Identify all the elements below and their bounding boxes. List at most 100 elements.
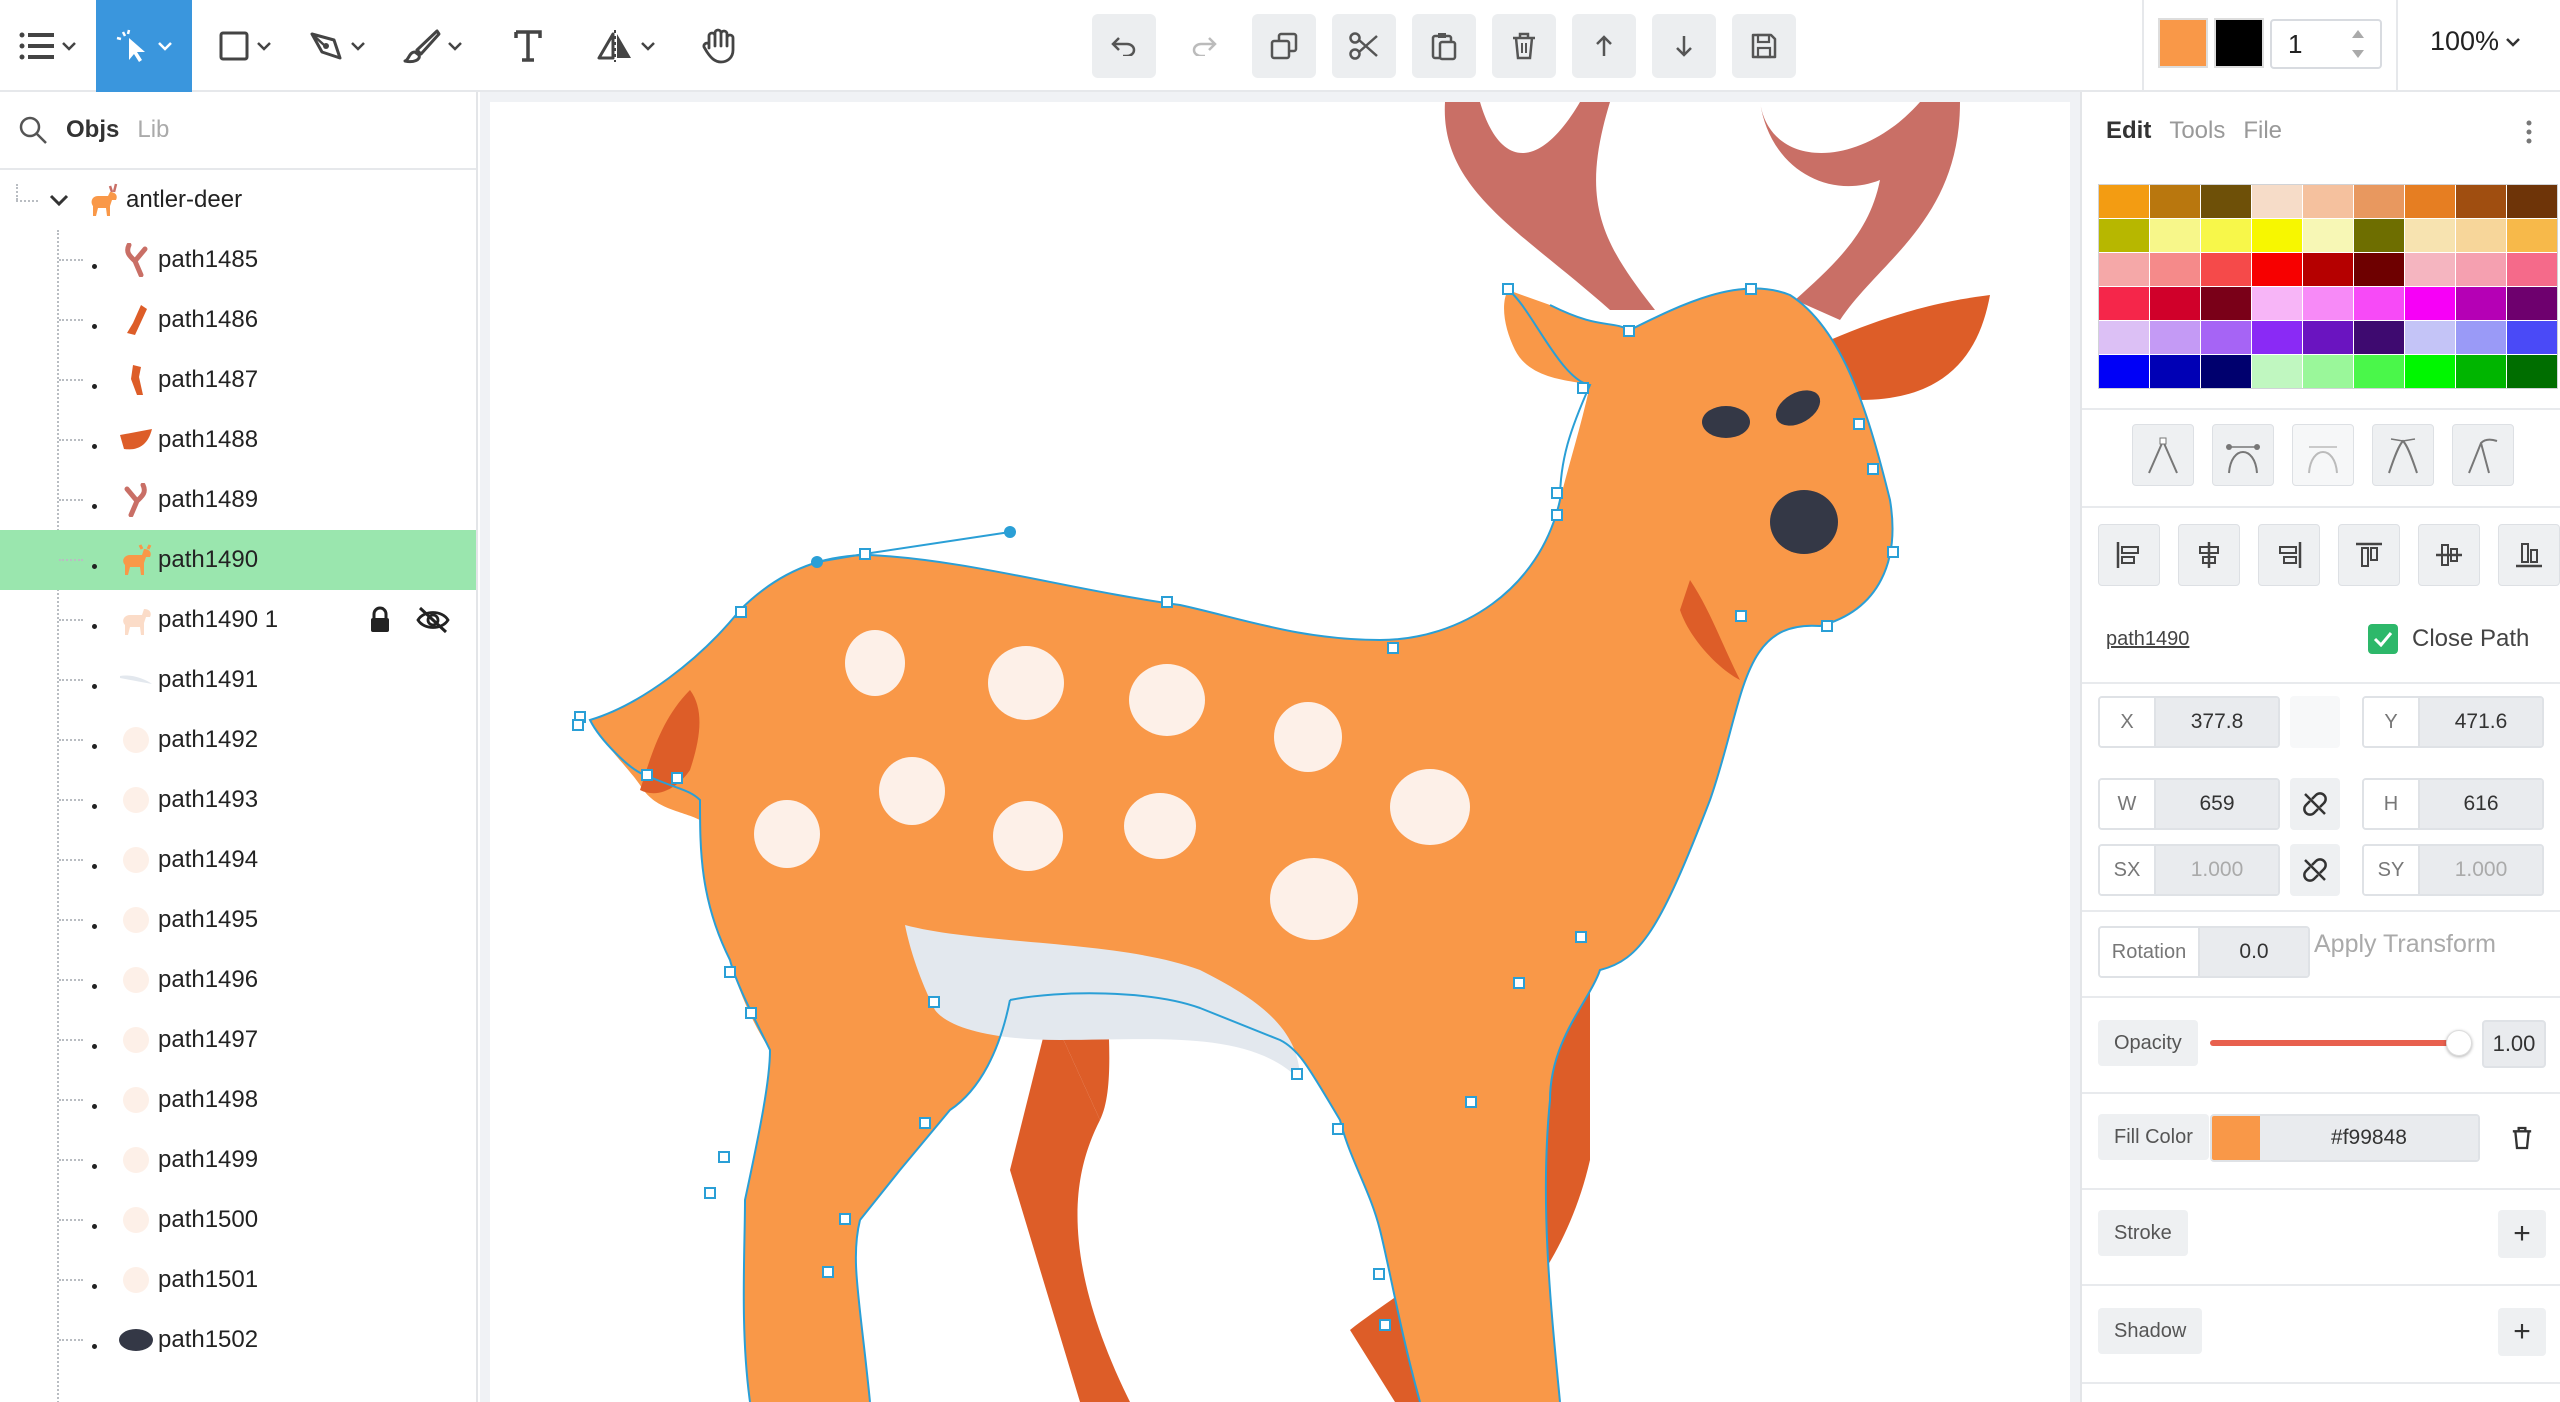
node-handle[interactable]	[1373, 1268, 1385, 1280]
chevron-down-icon[interactable]	[48, 193, 70, 207]
palette-swatch[interactable]	[2252, 185, 2302, 218]
palette-swatch[interactable]	[2150, 321, 2200, 354]
node-handle[interactable]	[1291, 1068, 1303, 1080]
flip-tool-button[interactable]	[586, 0, 666, 92]
eye-hidden-icon[interactable]	[416, 606, 450, 634]
palette-swatch[interactable]	[2303, 355, 2353, 388]
leg-dark[interactable]	[1010, 1010, 1130, 1402]
height-field[interactable]: H 616	[2362, 778, 2544, 830]
tree-item-path1502[interactable]: path1502	[0, 1310, 476, 1370]
palette-swatch[interactable]	[2150, 253, 2200, 286]
rotation-field[interactable]: Rotation 0.0	[2098, 926, 2310, 978]
tree-item-path1486[interactable]: path1486	[0, 290, 476, 350]
undo-button[interactable]	[1092, 14, 1156, 78]
redo-button[interactable]	[1172, 14, 1236, 78]
node-handle[interactable]	[1577, 382, 1589, 394]
bezier-control-point[interactable]	[811, 556, 823, 568]
node-smooth-button[interactable]	[2212, 424, 2274, 486]
palette-swatch[interactable]	[2201, 253, 2251, 286]
spot[interactable]	[1124, 793, 1196, 859]
palette-swatch[interactable]	[2507, 355, 2557, 388]
palette-swatch[interactable]	[2405, 287, 2455, 320]
palette-swatch[interactable]	[2099, 253, 2149, 286]
palette-swatch[interactable]	[2252, 219, 2302, 252]
palette-swatch[interactable]	[2252, 253, 2302, 286]
palette-swatch[interactable]	[2252, 355, 2302, 388]
spot[interactable]	[988, 646, 1064, 720]
palette-swatch[interactable]	[2099, 219, 2149, 252]
node-corner-button[interactable]	[2132, 424, 2194, 486]
fill-color-preview[interactable]	[2212, 1116, 2260, 1160]
h-value[interactable]: 616	[2420, 780, 2542, 828]
align-middle-v-button[interactable]	[2418, 524, 2480, 586]
x-value[interactable]: 377.8	[2156, 698, 2278, 746]
tree-item-path1497[interactable]: path1497	[0, 1010, 476, 1070]
palette-swatch[interactable]	[2456, 287, 2506, 320]
size-lock-ratio-button[interactable]	[2290, 778, 2340, 830]
palette-swatch[interactable]	[2507, 185, 2557, 218]
palette-swatch[interactable]	[2354, 185, 2404, 218]
tab-edit[interactable]: Edit	[2106, 117, 2151, 145]
opacity-slider-track[interactable]	[2210, 1040, 2460, 1046]
node-handle[interactable]	[1623, 325, 1635, 337]
palette-swatch[interactable]	[2405, 185, 2455, 218]
palette-swatch[interactable]	[2252, 321, 2302, 354]
node-handle[interactable]	[1745, 283, 1757, 295]
fill-color-swatch[interactable]	[2158, 18, 2208, 68]
antler-left[interactable]	[1444, 102, 1655, 310]
palette-swatch[interactable]	[2354, 355, 2404, 388]
artboard[interactable]	[490, 102, 2070, 1402]
zoom-dropdown[interactable]: 100%	[2430, 26, 2521, 57]
remove-fill-button[interactable]	[2498, 1114, 2546, 1162]
node-handle[interactable]	[1575, 931, 1587, 943]
bezier-control-point[interactable]	[1004, 526, 1016, 538]
w-value[interactable]: 659	[2156, 780, 2278, 828]
nose[interactable]	[1770, 490, 1838, 554]
palette-swatch[interactable]	[2201, 321, 2251, 354]
spot[interactable]	[754, 800, 820, 868]
tree-root-antler-deer[interactable]: antler-deer	[0, 170, 476, 230]
add-shadow-button[interactable]: +	[2498, 1308, 2546, 1356]
tree-item-path1492[interactable]: path1492	[0, 710, 476, 770]
node-handle[interactable]	[1821, 620, 1833, 632]
width-field[interactable]: W 659	[2098, 778, 2280, 830]
node-handle[interactable]	[859, 548, 871, 560]
node-handle[interactable]	[641, 769, 653, 781]
palette-swatch[interactable]	[2303, 219, 2353, 252]
tree-item-path1495[interactable]: path1495	[0, 890, 476, 950]
palette-swatch[interactable]	[2099, 185, 2149, 218]
node-handle[interactable]	[839, 1213, 851, 1225]
palette-swatch[interactable]	[2201, 185, 2251, 218]
palette-swatch[interactable]	[2150, 355, 2200, 388]
x-field[interactable]: X 377.8	[2098, 696, 2280, 748]
tree-item-path1498[interactable]: path1498	[0, 1070, 476, 1130]
node-handle[interactable]	[1332, 1123, 1344, 1135]
eye[interactable]	[1702, 406, 1750, 438]
deer-illustration[interactable]	[490, 102, 2070, 1402]
apply-transform-button[interactable]: Apply Transform	[2314, 930, 2496, 959]
save-button[interactable]	[1732, 14, 1796, 78]
tree-item-path1499[interactable]: path1499	[0, 1130, 476, 1190]
pen-tool-button[interactable]	[298, 0, 376, 92]
palette-swatch[interactable]	[2150, 287, 2200, 320]
palette-swatch[interactable]	[2405, 355, 2455, 388]
object-name-link[interactable]: path1490	[2106, 628, 2189, 651]
antler-right[interactable]	[1760, 102, 1960, 320]
add-stroke-button[interactable]: +	[2498, 1210, 2546, 1258]
delete-button[interactable]	[1492, 14, 1556, 78]
palette-swatch[interactable]	[2099, 355, 2149, 388]
tree-item-path1500[interactable]: path1500	[0, 1190, 476, 1250]
palette-swatch[interactable]	[2150, 219, 2200, 252]
palette-swatch[interactable]	[2507, 321, 2557, 354]
node-handle[interactable]	[1502, 283, 1514, 295]
tab-file[interactable]: File	[2243, 117, 2282, 145]
node-handle[interactable]	[1853, 418, 1865, 430]
palette-swatch[interactable]	[2405, 253, 2455, 286]
tab-objects[interactable]: Objs	[66, 116, 119, 144]
position-link-button[interactable]	[2290, 696, 2340, 748]
node-handle[interactable]	[1551, 509, 1563, 521]
spot[interactable]	[879, 757, 945, 825]
tab-tools[interactable]: Tools	[2169, 117, 2225, 145]
palette-swatch[interactable]	[2354, 219, 2404, 252]
spot[interactable]	[1270, 858, 1358, 940]
